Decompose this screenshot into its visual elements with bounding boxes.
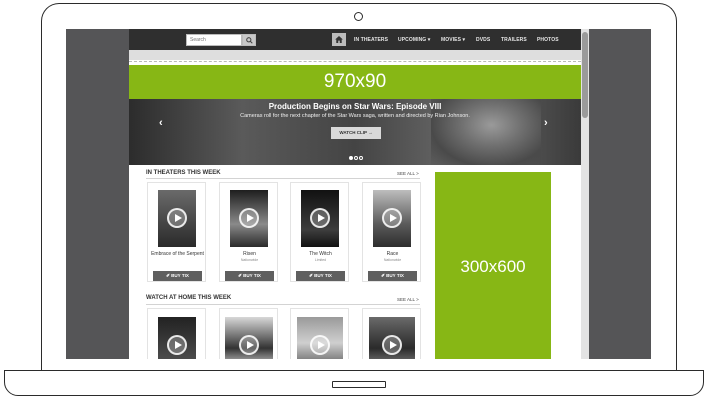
- carousel-dot[interactable]: [359, 156, 363, 160]
- play-icon[interactable]: [382, 335, 402, 355]
- buy-tickets-label: BUY TIX: [171, 273, 189, 278]
- divider: [146, 178, 420, 179]
- movie-poster[interactable]: [158, 317, 196, 359]
- search-input[interactable]: Search: [186, 34, 242, 46]
- laptop-screen: Search IN THEATERS UPCOMING ▾ MOVIES ▾ D…: [66, 29, 651, 359]
- scrollbar-thumb[interactable]: [582, 32, 588, 118]
- movie-card[interactable]: [290, 308, 349, 359]
- leaderboard-ad[interactable]: 970x90: [129, 65, 581, 99]
- movie-card[interactable]: [362, 308, 421, 359]
- nav-in-theaters[interactable]: IN THEATERS: [354, 37, 388, 43]
- search-button[interactable]: [242, 34, 256, 46]
- movie-title[interactable]: Race: [365, 251, 420, 257]
- movie-card[interactable]: The Witch Limited ✐ BUY TIX: [290, 182, 349, 282]
- play-icon[interactable]: [382, 208, 402, 228]
- nav-trailers[interactable]: TRAILERS: [501, 37, 527, 43]
- in-theaters-see-all[interactable]: SEE ALL >: [397, 171, 419, 176]
- laptop-notch: [332, 381, 386, 388]
- buy-tickets-button[interactable]: ✐ BUY TIX: [368, 271, 417, 281]
- search-icon: [246, 37, 253, 44]
- in-theaters-heading: IN THEATERS THIS WEEK: [146, 170, 221, 176]
- play-icon[interactable]: [239, 208, 259, 228]
- home-button[interactable]: [332, 33, 346, 46]
- nav-upcoming[interactable]: UPCOMING ▾: [398, 37, 430, 43]
- carousel-dot[interactable]: [349, 156, 353, 160]
- home-icon: [335, 36, 343, 43]
- movie-card[interactable]: Race Nationwide ✐ BUY TIX: [362, 182, 421, 282]
- at-home-see-all[interactable]: SEE ALL >: [397, 297, 419, 302]
- hero-title: Production Begins on Star Wars: Episode …: [268, 102, 442, 111]
- nav-movies[interactable]: MOVIES ▾: [441, 37, 465, 43]
- movie-poster[interactable]: [369, 317, 415, 359]
- watch-clip-button[interactable]: WATCH CLIP →: [331, 127, 381, 139]
- play-icon[interactable]: [167, 335, 187, 355]
- movie-poster[interactable]: [225, 317, 273, 359]
- carousel-prev-icon[interactable]: ‹: [159, 117, 163, 129]
- movie-card[interactable]: [147, 308, 206, 359]
- buy-tickets-label: BUY TIX: [243, 273, 261, 278]
- movie-poster[interactable]: [301, 190, 339, 247]
- divider: [129, 61, 581, 62]
- top-nav: Search IN THEATERS UPCOMING ▾ MOVIES ▾ D…: [129, 29, 581, 50]
- movie-title[interactable]: Risen: [222, 251, 277, 257]
- hero-carousel: Production Begins on Star Wars: Episode …: [129, 99, 581, 165]
- carousel-next-icon[interactable]: ›: [544, 117, 548, 129]
- movie-poster[interactable]: [230, 190, 268, 247]
- sidebar-ad[interactable]: 300x600: [435, 172, 551, 359]
- movie-title[interactable]: Embrace of the Serpent: [150, 251, 205, 257]
- buy-tickets-label: BUY TIX: [386, 273, 404, 278]
- play-icon[interactable]: [310, 208, 330, 228]
- movie-title[interactable]: The Witch: [293, 251, 348, 257]
- movie-card[interactable]: Risen Nationwide ✐ BUY TIX: [219, 182, 278, 282]
- movie-poster[interactable]: [297, 317, 343, 359]
- play-icon[interactable]: [239, 335, 259, 355]
- nav-dvds[interactable]: DVDS: [476, 37, 490, 43]
- movie-card[interactable]: Embrace of the Serpent ✐ BUY TIX: [147, 182, 206, 282]
- buy-tickets-button[interactable]: ✐ BUY TIX: [296, 271, 345, 281]
- carousel-dot[interactable]: [354, 156, 358, 160]
- laptop-illustration: Search IN THEATERS UPCOMING ▾ MOVIES ▾ D…: [0, 0, 707, 400]
- movie-poster[interactable]: [158, 190, 196, 247]
- release-type: Limited: [314, 258, 327, 262]
- carousel-dots: [349, 147, 364, 165]
- scrollbar[interactable]: [581, 29, 589, 359]
- at-home-heading: WATCH AT HOME THIS WEEK: [146, 295, 232, 301]
- hero-subtitle: Cameras roll for the next chapter of the…: [240, 113, 470, 119]
- nav-photos[interactable]: PHOTOS: [537, 37, 559, 43]
- divider: [146, 304, 420, 305]
- release-type: Nationwide: [383, 258, 402, 262]
- movie-site-page: Search IN THEATERS UPCOMING ▾ MOVIES ▾ D…: [129, 29, 581, 359]
- sub-nav-bar: [129, 50, 581, 60]
- release-type: Nationwide: [240, 258, 259, 262]
- buy-tickets-button[interactable]: ✐ BUY TIX: [225, 271, 274, 281]
- camera-icon: [354, 12, 363, 21]
- play-icon[interactable]: [167, 208, 187, 228]
- movie-card[interactable]: [219, 308, 278, 359]
- play-icon[interactable]: [310, 335, 330, 355]
- movie-poster[interactable]: [373, 190, 411, 247]
- buy-tickets-label: BUY TIX: [314, 273, 332, 278]
- buy-tickets-button[interactable]: ✐ BUY TIX: [153, 271, 202, 281]
